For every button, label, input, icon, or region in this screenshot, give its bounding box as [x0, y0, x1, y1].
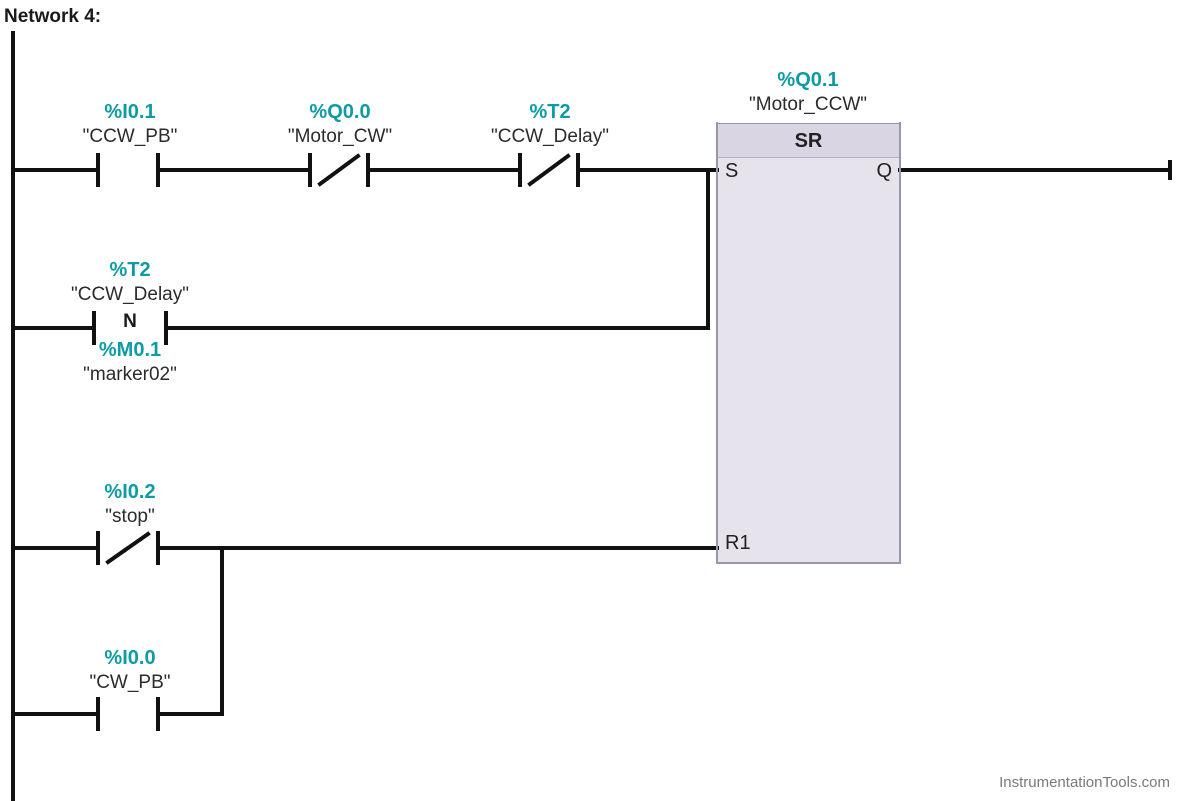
- contact-marker02-sym: "marker02": [40, 363, 220, 387]
- ladder-wires: [0, 0, 1184, 801]
- contact-stop-addr: %I0.2: [40, 480, 220, 505]
- sr-block-address: %Q0.1: [718, 68, 898, 93]
- sr-block-title: SR: [717, 124, 900, 158]
- contact-t2-edge-sym: "CCW_Delay": [40, 283, 220, 307]
- sr-block-symbol: "Motor_CCW": [718, 93, 898, 117]
- sr-pin-s: S: [725, 160, 738, 183]
- contact-motor-cw-addr: %Q0.0: [250, 100, 430, 125]
- contact-t2-edge-letter: N: [123, 311, 137, 332]
- contact-ccw-delay-addr: %T2: [460, 100, 640, 125]
- contact-ccw-pb-addr: %I0.1: [40, 100, 220, 125]
- contact-cw-pb-sym: "CW_PB": [40, 671, 220, 695]
- contact-ccw-delay-sym: "CCW_Delay": [460, 125, 640, 149]
- watermark: InstrumentationTools.com: [999, 774, 1170, 791]
- sr-flipflop-block: SR S Q R1: [717, 123, 900, 563]
- sr-pin-q: Q: [876, 160, 892, 183]
- contact-stop-sym: "stop": [40, 505, 220, 529]
- contact-marker02-addr: %M0.1: [40, 338, 220, 363]
- contact-ccw-pb-sym: "CCW_PB": [40, 125, 220, 149]
- sr-pin-r1: R1: [725, 532, 751, 555]
- contact-t2-edge-addr: %T2: [40, 258, 220, 283]
- network-title: Network 4:: [4, 6, 101, 28]
- contact-cw-pb-addr: %I0.0: [40, 646, 220, 671]
- contact-motor-cw-sym: "Motor_CW": [250, 125, 430, 149]
